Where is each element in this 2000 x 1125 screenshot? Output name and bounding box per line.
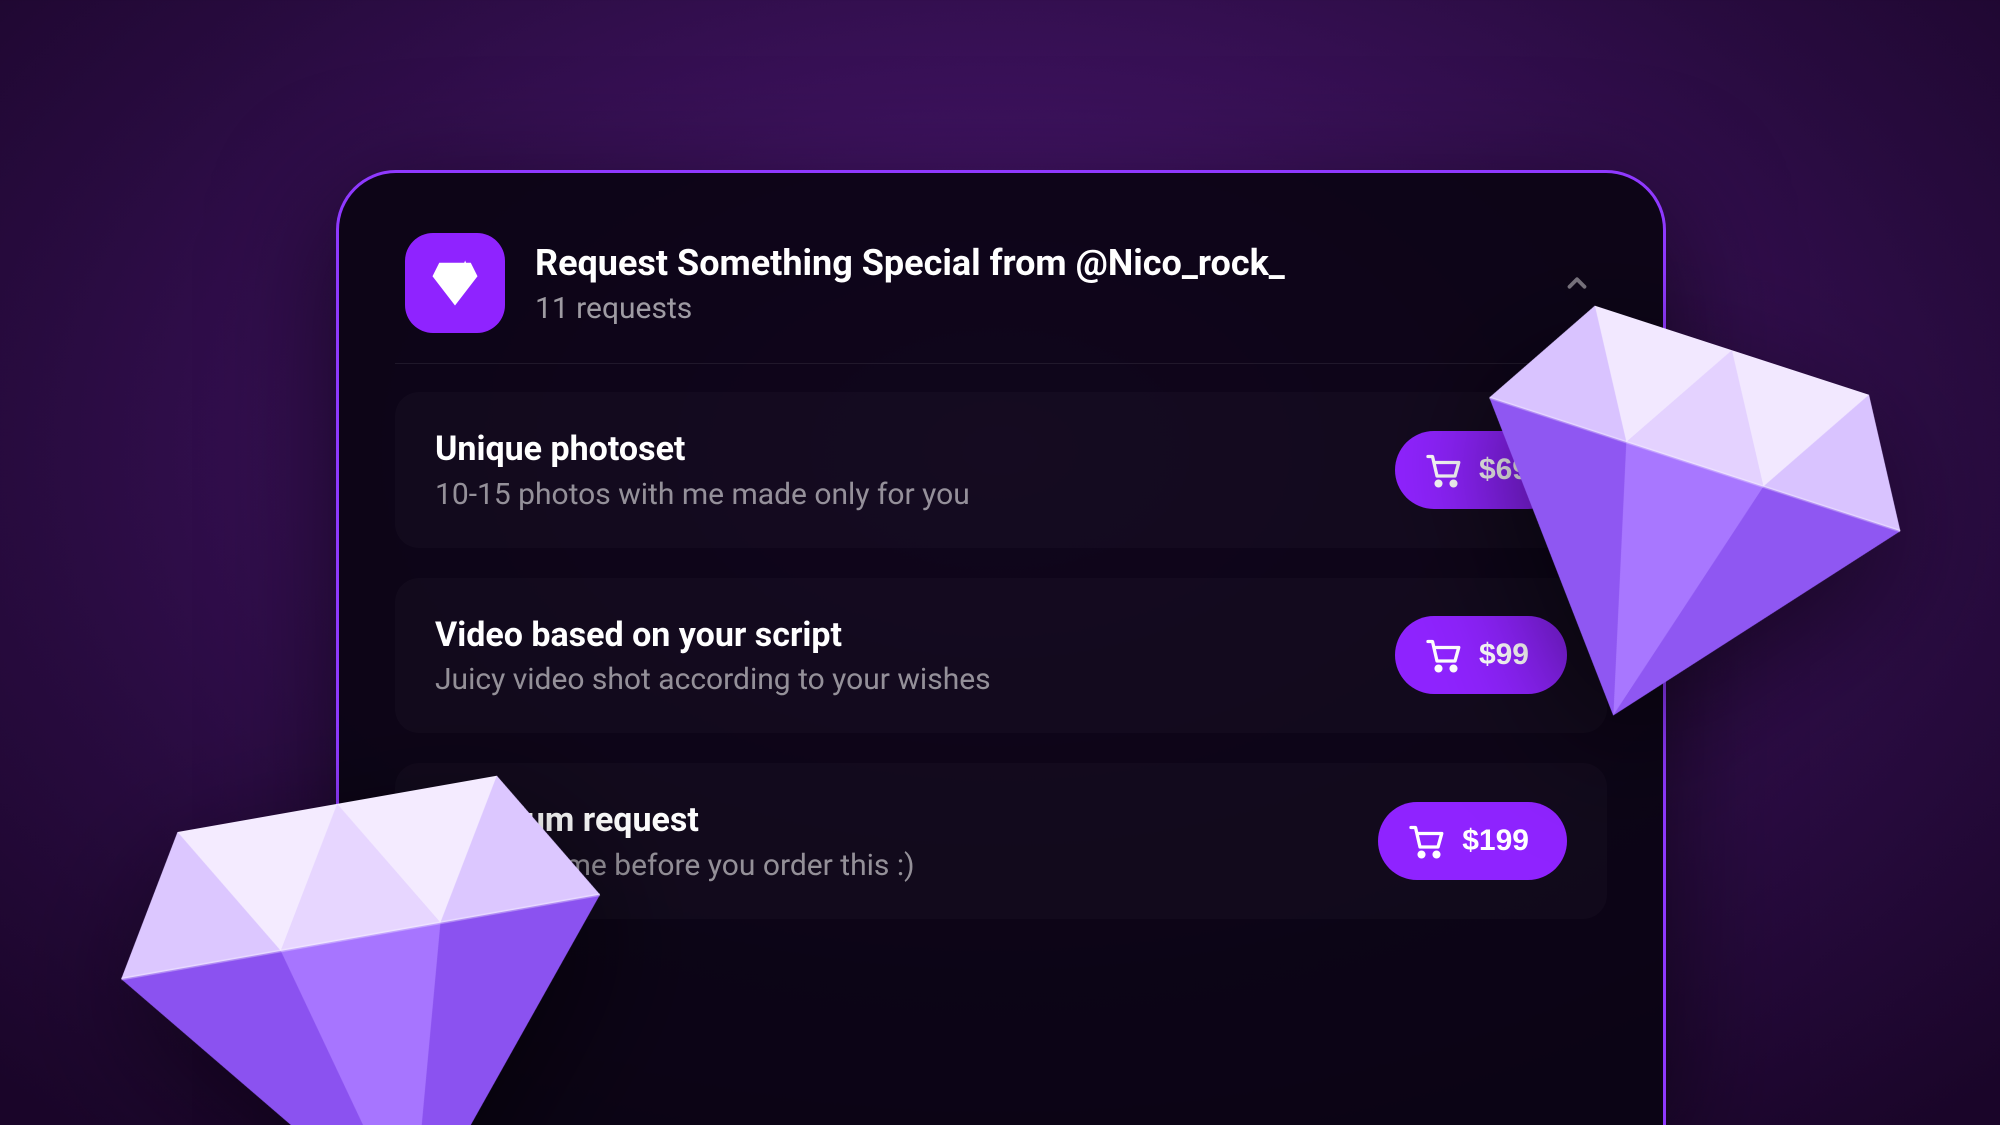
request-title: Unique photoset <box>435 428 1371 471</box>
chevron-up-icon <box>1562 268 1592 298</box>
request-text: Video based on your script Juicy video s… <box>435 614 1371 698</box>
request-title: Video based on your script <box>435 614 1371 657</box>
request-list: Unique photoset 10-15 photos with me mad… <box>395 392 1607 919</box>
header-text: Request Something Special from @Nico_roc… <box>535 240 1527 326</box>
diamond-sparkle-icon <box>405 233 505 333</box>
cart-icon <box>1425 637 1461 673</box>
buy-button[interactable]: $69 <box>1395 431 1567 509</box>
card-title: Request Something Special from @Nico_roc… <box>535 240 1527 287</box>
request-description: Message me before you order this :) <box>435 848 1354 883</box>
request-text: Premium request Message me before you or… <box>435 799 1354 883</box>
request-row: Premium request Message me before you or… <box>395 763 1607 919</box>
card-subtitle: 11 requests <box>535 291 1527 326</box>
request-row: Video based on your script Juicy video s… <box>395 578 1607 734</box>
collapse-toggle[interactable] <box>1557 263 1597 303</box>
buy-button[interactable]: $99 <box>1395 616 1567 694</box>
cart-icon <box>1425 452 1461 488</box>
request-title: Premium request <box>435 799 1354 842</box>
buy-button[interactable]: $199 <box>1378 802 1567 880</box>
price-label: $99 <box>1479 638 1529 672</box>
price-label: $199 <box>1462 824 1529 858</box>
cart-icon <box>1408 823 1444 859</box>
request-text: Unique photoset 10-15 photos with me mad… <box>435 428 1371 512</box>
request-row: Unique photoset 10-15 photos with me mad… <box>395 392 1607 548</box>
request-description: Juicy video shot according to your wishe… <box>435 662 1371 697</box>
request-description: 10-15 photos with me made only for you <box>435 477 1371 512</box>
card-header: Request Something Special from @Nico_roc… <box>395 221 1607 364</box>
price-label: $69 <box>1479 453 1529 487</box>
requests-card: Request Something Special from @Nico_roc… <box>336 170 1666 1125</box>
